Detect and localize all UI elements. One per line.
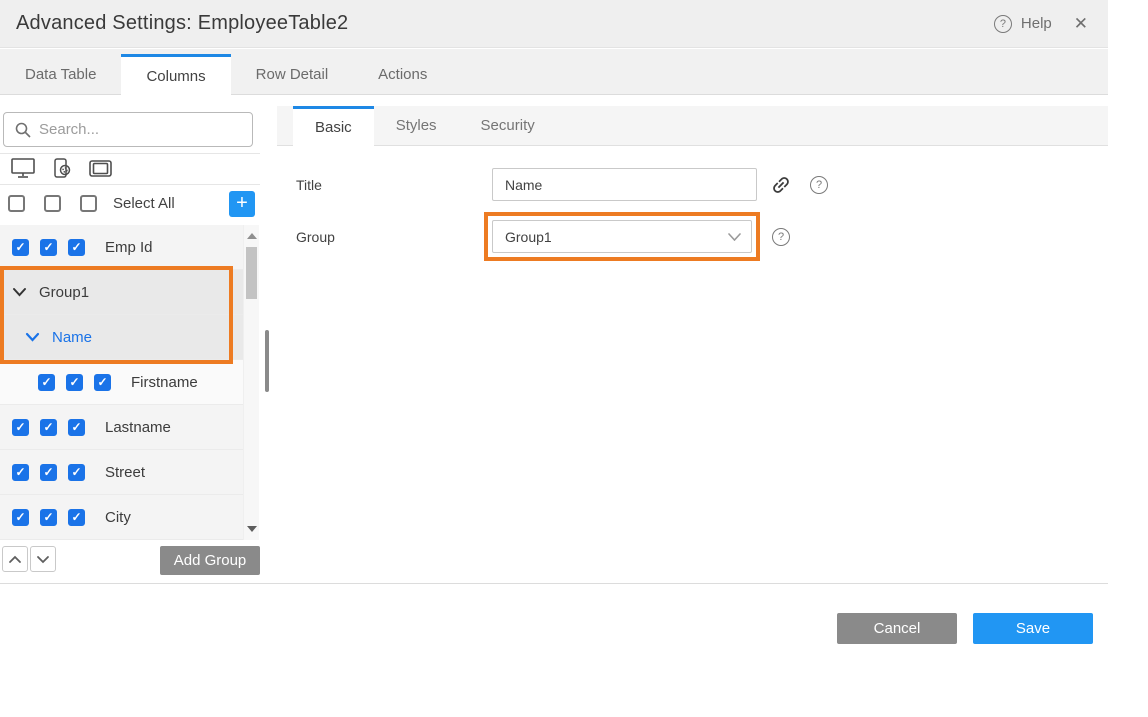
checkbox-checked[interactable]: ✓ <box>40 464 57 481</box>
add-group-button[interactable]: Add Group <box>160 546 260 575</box>
title-input[interactable] <box>492 168 757 201</box>
tab-basic[interactable]: Basic <box>293 106 374 146</box>
dialog-title: Advanced Settings: EmployeeTable2 <box>16 12 348 35</box>
header-actions: ? Help ✕ <box>994 15 1088 33</box>
advanced-settings-dialog: Advanced Settings: EmployeeTable2 ? Help… <box>0 0 1148 717</box>
checkbox-checked[interactable]: ✓ <box>68 239 85 256</box>
select-all-tablet-checkbox[interactable] <box>80 195 97 212</box>
group-help-icon[interactable]: ? <box>772 228 790 246</box>
divider <box>0 153 260 154</box>
tab-row-detail[interactable]: Row Detail <box>231 55 354 94</box>
scrollbar-thumb[interactable] <box>246 247 257 299</box>
column-label: Street <box>105 464 145 481</box>
dialog-header: Advanced Settings: EmployeeTable2 ? Help… <box>0 0 1108 48</box>
select-all-row: Select All + <box>0 185 260 222</box>
save-button[interactable]: Save <box>973 613 1093 644</box>
group-dropdown[interactable]: Group1 <box>492 220 752 253</box>
column-label: Lastname <box>105 419 171 436</box>
tab-columns[interactable]: Columns <box>121 54 230 95</box>
checkbox-checked[interactable]: ✓ <box>12 509 29 526</box>
title-help-icon[interactable]: ? <box>810 176 828 194</box>
column-label: Firstname <box>131 374 198 391</box>
chevron-down-icon[interactable] <box>25 332 40 342</box>
chevron-down-icon[interactable] <box>12 287 27 297</box>
list-scrollbar[interactable] <box>243 225 259 540</box>
close-icon[interactable]: ✕ <box>1074 15 1088 32</box>
select-all-desktop-checkbox[interactable] <box>8 195 25 212</box>
checkbox-checked[interactable]: ✓ <box>68 419 85 436</box>
list-item-emp-id[interactable]: ✓ ✓ ✓ Emp Id <box>0 225 243 270</box>
list-item-lastname[interactable]: ✓ ✓ ✓ Lastname <box>0 405 243 450</box>
chevron-up-icon <box>8 555 22 564</box>
checkbox-checked[interactable]: ✓ <box>12 239 29 256</box>
main-tab-bar: Data Table Columns Row Detail Actions <box>0 49 1108 95</box>
tab-actions[interactable]: Actions <box>353 55 452 94</box>
subgroup-label: Name <box>52 329 92 346</box>
link-icon[interactable] <box>770 174 792 196</box>
chevron-down-icon <box>728 233 741 241</box>
panel-tab-bar: Basic Styles Security <box>277 106 1108 146</box>
checkbox-checked[interactable]: ✓ <box>40 509 57 526</box>
search-icon <box>15 122 31 138</box>
checkbox-checked[interactable]: ✓ <box>38 374 55 391</box>
list-item-firstname[interactable]: ✓ ✓ ✓ Firstname <box>0 360 243 405</box>
group-dropdown-value: Group1 <box>505 229 728 245</box>
move-down-button[interactable] <box>30 546 56 572</box>
column-properties-panel: Basic Styles Security Title ? Group Grou… <box>277 95 1108 584</box>
list-item-city[interactable]: ✓ ✓ ✓ City <box>0 495 243 540</box>
sidebar-footer: Add Group <box>0 545 262 583</box>
select-all-label: Select All <box>113 195 175 212</box>
mobile-icon[interactable] <box>51 157 73 179</box>
checkbox-checked[interactable]: ✓ <box>12 464 29 481</box>
checkbox-checked[interactable]: ✓ <box>40 239 57 256</box>
scroll-up-arrow-icon[interactable] <box>247 233 257 239</box>
help-icon: ? <box>994 15 1012 33</box>
tab-security[interactable]: Security <box>459 106 557 145</box>
group-field-label: Group <box>296 229 492 245</box>
panel-scrollbar-thumb[interactable] <box>265 330 269 392</box>
checkbox-checked[interactable]: ✓ <box>94 374 111 391</box>
title-field-row: Title ? <box>296 168 828 201</box>
tab-data-table[interactable]: Data Table <box>0 55 121 94</box>
checkbox-checked[interactable]: ✓ <box>66 374 83 391</box>
scroll-down-arrow-icon[interactable] <box>247 526 257 532</box>
help-label: Help <box>1021 15 1052 32</box>
group-dropdown-highlight: Group1 <box>484 212 760 261</box>
chevron-down-icon <box>36 555 50 564</box>
list-item-name[interactable]: Name <box>0 315 243 360</box>
move-up-button[interactable] <box>2 546 28 572</box>
add-column-button[interactable]: + <box>229 191 255 217</box>
group-field-row: Group Group1 ? <box>296 212 790 261</box>
checkbox-checked[interactable]: ✓ <box>68 509 85 526</box>
search-box <box>3 112 253 147</box>
columns-sidebar: Select All + ✓ ✓ ✓ Emp Id Group1 N <box>0 95 277 584</box>
title-field-label: Title <box>296 177 492 193</box>
list-item-group1[interactable]: Group1 <box>0 270 243 315</box>
tablet-icon[interactable] <box>88 158 113 178</box>
dialog-footer: Cancel Save <box>0 583 1108 660</box>
checkbox-checked[interactable]: ✓ <box>40 419 57 436</box>
column-list: ✓ ✓ ✓ Emp Id Group1 Name ✓ ✓ <box>0 225 243 540</box>
help-button[interactable]: ? Help <box>994 15 1052 33</box>
checkbox-checked[interactable]: ✓ <box>68 464 85 481</box>
checkbox-checked[interactable]: ✓ <box>12 419 29 436</box>
search-input[interactable] <box>39 121 252 138</box>
column-label: Emp Id <box>105 239 153 256</box>
column-label: City <box>105 509 131 526</box>
list-item-street[interactable]: ✓ ✓ ✓ Street <box>0 450 243 495</box>
cancel-button[interactable]: Cancel <box>837 613 957 644</box>
tab-styles[interactable]: Styles <box>374 106 459 145</box>
group-label: Group1 <box>39 284 89 301</box>
select-all-mobile-checkbox[interactable] <box>44 195 61 212</box>
device-visibility-icons <box>10 157 113 179</box>
desktop-icon[interactable] <box>10 157 36 179</box>
